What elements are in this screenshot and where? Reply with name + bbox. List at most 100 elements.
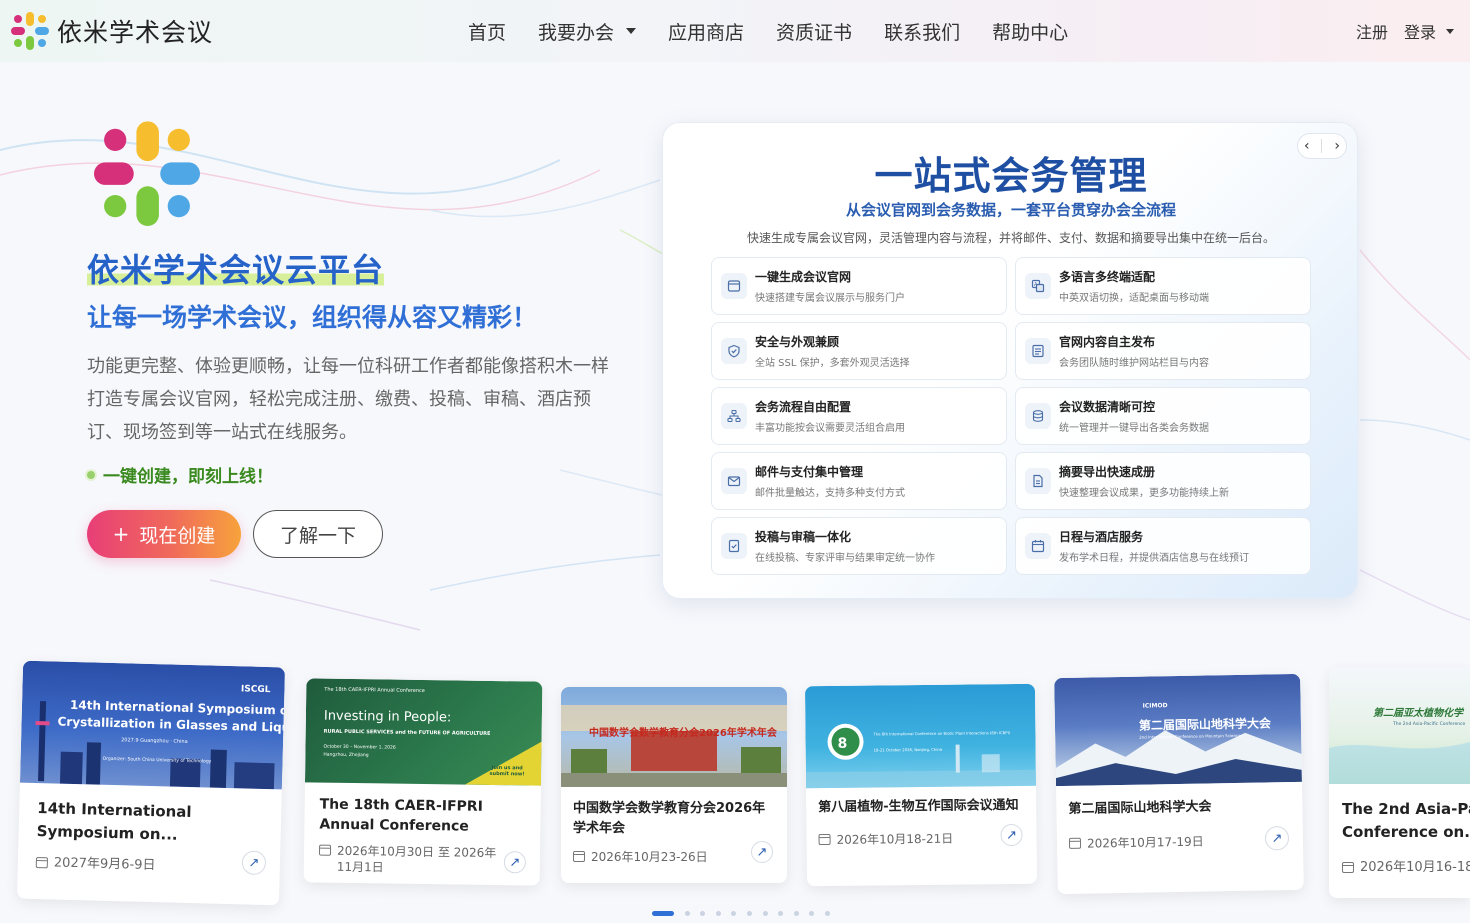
create-now-label: 现在创建 xyxy=(139,524,216,547)
conference-date-text: 2026年10月23-26日 xyxy=(591,850,708,864)
conference-banner: 中国数学会数学教育分会2026年学术年会 xyxy=(561,687,787,787)
pagination-dot[interactable] xyxy=(824,911,830,916)
translate-icon: A xyxy=(1025,273,1051,299)
feature-title: 邮件与支付集中管理 xyxy=(755,465,864,479)
conference-date-text: 2026年10月16-18日 xyxy=(1360,860,1470,875)
brand[interactable]: 依米学术会议 xyxy=(10,11,213,51)
feature-desc: 中英双语切换，适配桌面与移动端 xyxy=(1059,293,1209,304)
nav-item-app-store[interactable]: 应用商店 xyxy=(668,18,744,45)
conference-banner: The 18th CAER-IFPRI Annual Conference In… xyxy=(304,678,543,786)
nav-item-help[interactable]: 帮助中心 xyxy=(992,18,1068,45)
conference-card[interactable]: 中国数学会数学教育分会2026年学术年会 中国数学会数学教育分会2026年学术年… xyxy=(561,687,787,883)
pagination-dot[interactable] xyxy=(715,911,721,916)
calendar-icon xyxy=(1025,533,1051,559)
learn-more-button[interactable]: 了解一下 xyxy=(253,510,383,558)
conference-card[interactable]: ISCGL 14th International Symposium on Cr… xyxy=(16,660,286,906)
chevron-down-icon[interactable] xyxy=(1446,28,1454,34)
conference-title: The 2nd Asia-Pacific Conference on... xyxy=(1342,800,1470,841)
pagination-dot[interactable] xyxy=(684,911,690,916)
calendar-icon xyxy=(818,833,831,846)
feature-desc: 邮件批量触达，支持多种支付方式 xyxy=(755,488,905,499)
banner-text: Hangzhou, Zhejiang xyxy=(323,752,369,759)
conference-card[interactable]: The 18th CAER-IFPRI Annual Conference In… xyxy=(303,678,543,886)
feature-desc: 会务团队随时维护网站栏目与内容 xyxy=(1059,358,1209,369)
pagination-dot[interactable] xyxy=(778,911,784,916)
feature-title: 安全与外观兼顾 xyxy=(755,335,840,349)
nav-item-label: 应用商店 xyxy=(668,21,745,44)
feature-desc: 统一管理并一键导出各类会务数据 xyxy=(1059,423,1209,434)
brand-name: 依米学术会议 xyxy=(57,18,214,47)
calendar-icon xyxy=(35,857,49,869)
feature-card: 官网内容自主发布会务团队随时维护网站栏目与内容 xyxy=(1015,322,1311,380)
banner-logo: ICIMOD xyxy=(1142,702,1168,710)
nav-item-label: 帮助中心 xyxy=(992,21,1069,44)
conference-date-text: 2026年10月30日 至 2026年11月1日 xyxy=(336,843,497,875)
svg-text:8: 8 xyxy=(837,736,847,752)
nav-item-contact[interactable]: 联系我们 xyxy=(884,18,960,45)
feature-card: 会议数据清晰可控统一管理并一键导出各类会务数据 xyxy=(1015,387,1311,445)
hero-description: 功能更完整、体验更顺畅，让每一位科研工作者都能像搭积木一样打造专属会议官网，轻松… xyxy=(87,356,609,443)
conference-date: 2026年10月30日 至 2026年11月1日 xyxy=(318,843,504,878)
panel-title: 一站式会务管理 xyxy=(874,154,1148,198)
nav-item-label: 首页 xyxy=(468,21,507,44)
main-menu: 首页 我要办会 应用商店 资质证书 联系我们 帮助中心 xyxy=(468,0,1100,62)
nav-item-host-conference[interactable]: 我要办会 xyxy=(538,18,637,45)
feature-desc: 在线投稿、专家评审与结果审定统一协作 xyxy=(755,553,935,564)
conference-date-text: 2026年10月17-19日 xyxy=(1086,834,1204,851)
calendar-icon xyxy=(1068,837,1082,849)
svg-text:A: A xyxy=(1034,282,1038,288)
arrow-up-right-icon[interactable]: ↗ xyxy=(241,850,267,876)
pagination-dot[interactable] xyxy=(809,911,815,916)
banner-logo: ISCGL xyxy=(240,684,271,696)
feature-card: 会务流程自由配置 丰富功能按会议需要灵活组合启用 xyxy=(711,387,1007,445)
arrow-up-right-icon[interactable]: ↗ xyxy=(1264,826,1290,851)
pagination-dot[interactable] xyxy=(731,911,737,916)
conference-card[interactable]: 第二届亚太植物化学 The 2nd Asia-Pacific Conferenc… xyxy=(1329,668,1470,898)
conference-card[interactable]: 8 The 8th International Conference on Bi… xyxy=(804,683,1038,887)
feature-title: 会议数据清晰可控 xyxy=(1059,400,1156,414)
learn-more-label: 了解一下 xyxy=(279,524,356,547)
conference-title: 14th International Symposium on... xyxy=(36,799,192,844)
feature-desc: 丰富功能按会议需要灵活组合启用 xyxy=(755,423,905,434)
arrow-up-right-icon[interactable]: ↗ xyxy=(1000,823,1023,847)
nav-item-home[interactable]: 首页 xyxy=(468,18,506,45)
banner-text: The 2nd Asia-Pacific Conference xyxy=(1393,722,1466,727)
conference-date-text: 2027年9月6-9日 xyxy=(53,855,156,874)
feature-desc: 全站 SSL 保护，多套外观灵活选择 xyxy=(755,358,910,369)
feature-desc: 快速搭建专属会议展示与服务门户 xyxy=(755,293,905,304)
banner-text: Investing in People: xyxy=(323,708,452,726)
hero-title: 依米学术会议云平台 xyxy=(87,245,385,291)
feature-card: 摘要导出快速成册 快速整理会议成果，更多功能持续上新 xyxy=(1015,452,1311,510)
feature-title: 投稿与审稿一体化 xyxy=(755,530,852,544)
register-link[interactable]: 注册 xyxy=(1356,19,1388,43)
hero-tagline-text: 一键创建，即刻上线！ xyxy=(103,467,273,487)
feature-desc: 发布学术日程，并提供酒店信息与在线预订 xyxy=(1059,553,1249,564)
document-list-icon xyxy=(1025,338,1051,364)
feature-card: 日程与酒店服务 发布学术日程，并提供酒店信息与在线预订 xyxy=(1015,517,1311,575)
pagination-dot[interactable] xyxy=(762,911,768,916)
conference-date: 2026年10月16-18日 xyxy=(1342,860,1470,876)
pagination-dot[interactable] xyxy=(700,911,706,916)
feature-card: 一键生成会议官网 快速搭建专属会议展示与服务门户 xyxy=(711,257,1007,315)
login-link[interactable]: 登录 xyxy=(1404,19,1436,43)
pagination-dot[interactable] xyxy=(746,911,752,916)
feature-title: 官网内容自主发布 xyxy=(1059,335,1156,349)
banner-text: 第二届国际山地科学大会 xyxy=(1138,716,1272,733)
conference-banner: 第二届亚太植物化学 The 2nd Asia-Pacific Conferenc… xyxy=(1329,668,1470,784)
arrow-up-right-icon[interactable]: ↗ xyxy=(503,851,527,874)
top-navbar: 依米学术会议 首页 我要办会 应用商店 资质证书 联系我们 帮助中心 注册 登录 xyxy=(0,0,1470,62)
nav-item-label: 我要办会 xyxy=(538,21,615,44)
feature-card: 安全与外观兼顾全站 SSL 保护，多套外观灵活选择 xyxy=(711,322,1007,380)
nav-item-label: 资质证书 xyxy=(776,21,853,44)
check-doc-icon xyxy=(721,533,747,559)
conference-title: 第八届植物-生物互作国际会议通知 xyxy=(818,797,1019,816)
banner-text: October 30 – November 1, 2026 xyxy=(323,744,396,751)
arrow-up-right-icon[interactable]: ↗ xyxy=(751,841,773,863)
create-now-button[interactable]: + 现在创建 xyxy=(87,510,241,558)
flow-icon xyxy=(721,403,747,429)
hero-tagline: 一键创建，即刻上线！ xyxy=(87,462,273,487)
conference-card[interactable]: ICIMOD 第二届国际山地科学大会 2nd International Con… xyxy=(1054,673,1304,895)
nav-item-certificates[interactable]: 资质证书 xyxy=(776,18,852,45)
pagination-dot[interactable] xyxy=(652,911,674,916)
pagination-dot[interactable] xyxy=(793,911,799,916)
